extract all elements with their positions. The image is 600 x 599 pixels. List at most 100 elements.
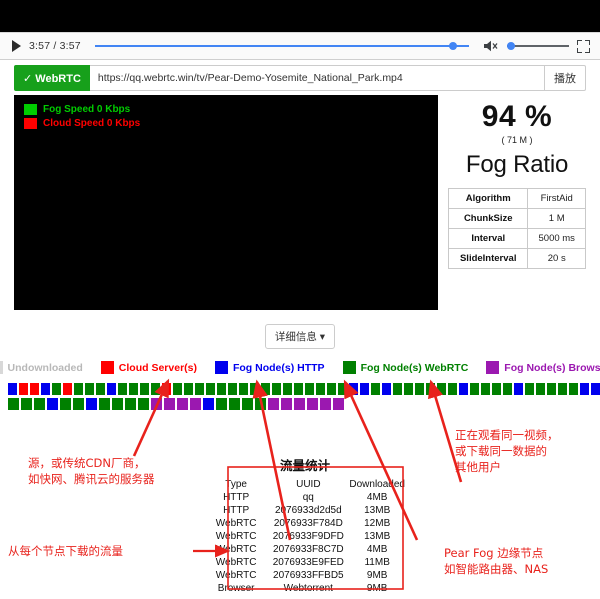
chunk-cell-webrtc xyxy=(217,383,226,395)
chunk-cell-browser xyxy=(307,398,318,410)
traffic-cell-type: HTTP xyxy=(223,505,250,516)
chunk-cell-webrtc xyxy=(206,383,215,395)
traffic-cell-downloaded: 4MB xyxy=(366,492,388,503)
table-row: Interval 5000 ms xyxy=(447,228,586,249)
table-row: WebRTC 2076933E9FED 11MB xyxy=(205,556,405,569)
param-key: SlideInterval xyxy=(447,248,529,269)
chunk-cell-cloud xyxy=(19,383,28,395)
chunk-cell-webrtc xyxy=(327,383,336,395)
url-bar: ✓ WebRTC https://qq.webrtc.win/tv/Pear-D… xyxy=(14,65,586,91)
video-stage[interactable] xyxy=(0,0,600,32)
chunk-cell-webrtc xyxy=(415,383,424,395)
node-legend-label: Cloud Server(s) xyxy=(118,361,197,374)
chunk-cell-webrtc xyxy=(99,398,110,410)
chunk-cell-webrtc xyxy=(151,383,160,395)
traffic-cell-uuid: 2076933F784D xyxy=(273,518,343,529)
traffic-cell-type: WebRTC xyxy=(215,518,257,529)
node-legend-swatch xyxy=(214,361,228,374)
play-url-button[interactable]: 播放 xyxy=(545,65,586,91)
chunk-cell-webrtc xyxy=(338,383,347,395)
column-header-downloaded: Downloaded xyxy=(349,479,405,490)
table-row: WebRTC 2076933F784D 12MB xyxy=(205,517,405,530)
chunk-cell-webrtc xyxy=(74,383,83,395)
table-row: WebRTC 2076933F9DFD 13MB xyxy=(205,530,405,543)
chunk-cell-webrtc xyxy=(272,383,281,395)
traffic-cell-uuid: 2076933F9DFD xyxy=(272,531,344,542)
volume-track xyxy=(507,45,569,47)
table-row: HTTP qq 4MB xyxy=(205,491,405,504)
chunk-cell-http xyxy=(514,383,523,395)
traffic-cell-type: WebRTC xyxy=(215,544,257,555)
chunk-cell-webrtc xyxy=(118,383,127,395)
chunk-cell-webrtc xyxy=(470,383,479,395)
chunk-cell-webrtc xyxy=(242,398,253,410)
speed-chart: Fog Speed 0 Kbps Cloud Speed 0 Kbps xyxy=(14,95,438,310)
annotation-cloud-source: 源，或传统CDN厂商， 如快网、腾讯云的服务器 xyxy=(28,456,155,486)
legend-fog-speed: Fog Speed 0 Kbps xyxy=(14,95,438,115)
volume-slider[interactable] xyxy=(507,39,569,53)
column-header-type: Type xyxy=(225,479,247,490)
chunk-cell-webrtc xyxy=(239,383,248,395)
table-row: ChunkSize 1 M xyxy=(447,208,586,229)
fog-speed-swatch xyxy=(24,104,37,115)
url-input[interactable]: https://qq.webrtc.win/tv/Pear-Demo-Yosem… xyxy=(89,65,545,91)
chunk-cell-webrtc xyxy=(393,383,402,395)
chunk-cell-http xyxy=(591,383,600,395)
cloud-speed-label: Cloud Speed 0 Kbps xyxy=(43,118,141,129)
chunk-cell-webrtc xyxy=(503,383,512,395)
table-row: SlideInterval 20 s xyxy=(447,248,586,269)
stats-area: Fog Speed 0 Kbps Cloud Speed 0 Kbps 94 %… xyxy=(14,95,586,310)
param-value: 5000 ms xyxy=(527,228,586,249)
chunk-cell-browser xyxy=(268,398,279,410)
fullscreen-icon[interactable] xyxy=(577,39,590,53)
chunk-cell-webrtc xyxy=(96,383,105,395)
chunk-cell-cloud xyxy=(162,383,171,395)
chunk-grid xyxy=(8,383,600,410)
param-key: ChunkSize xyxy=(447,208,529,229)
chunk-cell-browser xyxy=(281,398,292,410)
traffic-cell-uuid: 2076933F8C7D xyxy=(273,544,344,555)
annotation-pear-fog-edge: Pear Fog 边缘节点 如智能路由器、NAS xyxy=(444,546,549,576)
table-row: HTTP 2076933d2d5d 13MB xyxy=(205,504,405,517)
fog-ratio-percent: 94 % xyxy=(481,100,553,133)
node-legend-label: Fog Node(s) WebRTC xyxy=(360,361,469,374)
params-table: Algorithm FirstAid ChunkSize 1 M Interva… xyxy=(447,188,586,269)
table-row: Browser Webtorrent 9MB xyxy=(205,582,405,595)
chunk-cell-webrtc xyxy=(525,383,534,395)
chunk-cell-webrtc xyxy=(21,398,32,410)
chunk-cell-webrtc xyxy=(569,383,578,395)
node-legend-item: Undownloaded xyxy=(0,361,83,374)
seek-knob[interactable] xyxy=(449,42,457,50)
chunk-cell-webrtc xyxy=(140,383,149,395)
node-legend-item: Fog Node(s) HTTP xyxy=(214,361,325,374)
column-header-uuid: UUID xyxy=(296,479,321,490)
chunk-cell-webrtc xyxy=(558,383,567,395)
chunk-cell-http xyxy=(86,398,97,410)
webrtc-status-badge[interactable]: ✓ WebRTC xyxy=(14,65,90,91)
chunk-cell-http xyxy=(8,383,17,395)
detail-info-button[interactable]: 详细信息 ▾ xyxy=(264,324,336,349)
node-legend-label: Fog Node(s) Browser xyxy=(504,361,600,374)
node-legend-swatch xyxy=(486,361,500,374)
traffic-cell-downloaded: 9MB xyxy=(366,570,388,581)
traffic-cell-downloaded: 9MB xyxy=(366,583,388,594)
volume-knob[interactable] xyxy=(507,42,515,50)
node-legend-swatch xyxy=(100,361,114,374)
table-row: WebRTC 2076933F8C7D 4MB xyxy=(205,543,405,556)
cloud-speed-swatch xyxy=(24,118,37,129)
chunk-cell-webrtc xyxy=(481,383,490,395)
speaker-muted-icon[interactable] xyxy=(483,38,499,54)
annotation-same-video-users: 正在观看同一视频， 或下载同一数据的 其他用户 xyxy=(455,428,559,474)
param-key: Algorithm xyxy=(447,188,529,209)
chunk-cell-webrtc xyxy=(536,383,545,395)
chunk-cell-webrtc xyxy=(138,398,149,410)
seek-bar[interactable] xyxy=(94,39,469,53)
traffic-cell-uuid: 2076933FFBD5 xyxy=(273,570,344,581)
chunk-cell-webrtc xyxy=(173,383,182,395)
chunk-cell-webrtc xyxy=(316,383,325,395)
video-player xyxy=(0,0,600,32)
chunk-cell-http xyxy=(41,383,50,395)
chunk-cell-webrtc xyxy=(404,383,413,395)
play-triangle-icon[interactable] xyxy=(12,40,21,52)
fog-speed-label: Fog Speed 0 Kbps xyxy=(43,104,131,115)
